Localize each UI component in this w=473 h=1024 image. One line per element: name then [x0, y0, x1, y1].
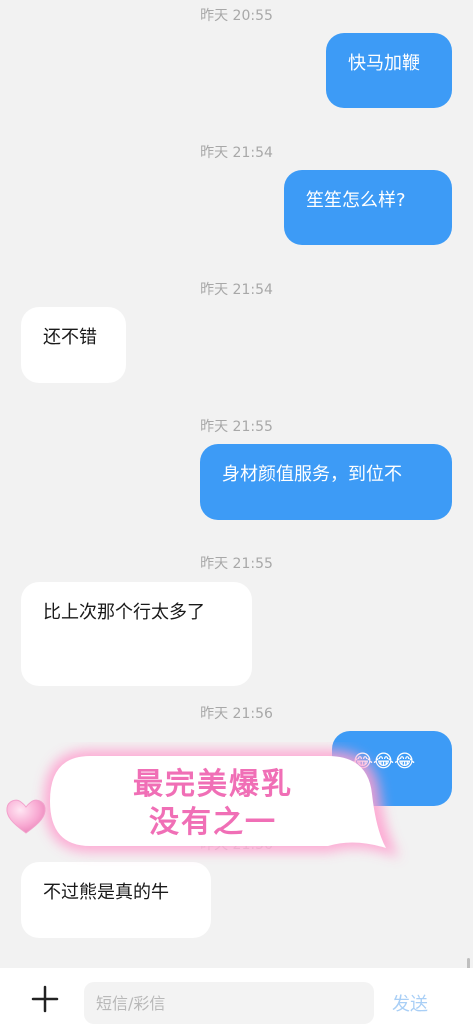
timestamp: 昨天 21:55 — [200, 556, 273, 572]
sticker-overlay: 最完美爆乳 没有之一 — [30, 742, 410, 870]
timestamp: 昨天 20:55 — [200, 8, 273, 24]
timestamp: 昨天 21:55 — [200, 419, 273, 435]
sticker-line2: 没有之一 — [149, 805, 277, 840]
timestamp: 昨天 21:54 — [200, 282, 273, 298]
message-bubble-incoming[interactable]: 不过熊是真的牛 — [21, 862, 211, 938]
message-bubble-incoming[interactable]: 比上次那个行太多了 — [21, 582, 252, 686]
plus-icon[interactable] — [30, 984, 60, 1014]
heart-icon — [6, 799, 46, 834]
timestamp: 昨天 21:56 — [200, 706, 273, 722]
message-bubble-outgoing[interactable]: 笙笙怎么样? — [284, 170, 452, 245]
message-bubble-outgoing[interactable]: 快马加鞭 — [326, 33, 452, 108]
message-bubble-outgoing[interactable]: 身材颜值服务，到位不 — [200, 444, 452, 520]
composer-bar: 发送 — [0, 968, 473, 1024]
timestamp: 昨天 21:54 — [200, 145, 273, 161]
message-input[interactable] — [84, 982, 374, 1024]
sticker-line1: 最完美爆乳 — [133, 767, 293, 802]
message-bubble-incoming[interactable]: 还不错 — [21, 307, 126, 383]
send-button[interactable]: 发送 — [392, 990, 428, 1016]
